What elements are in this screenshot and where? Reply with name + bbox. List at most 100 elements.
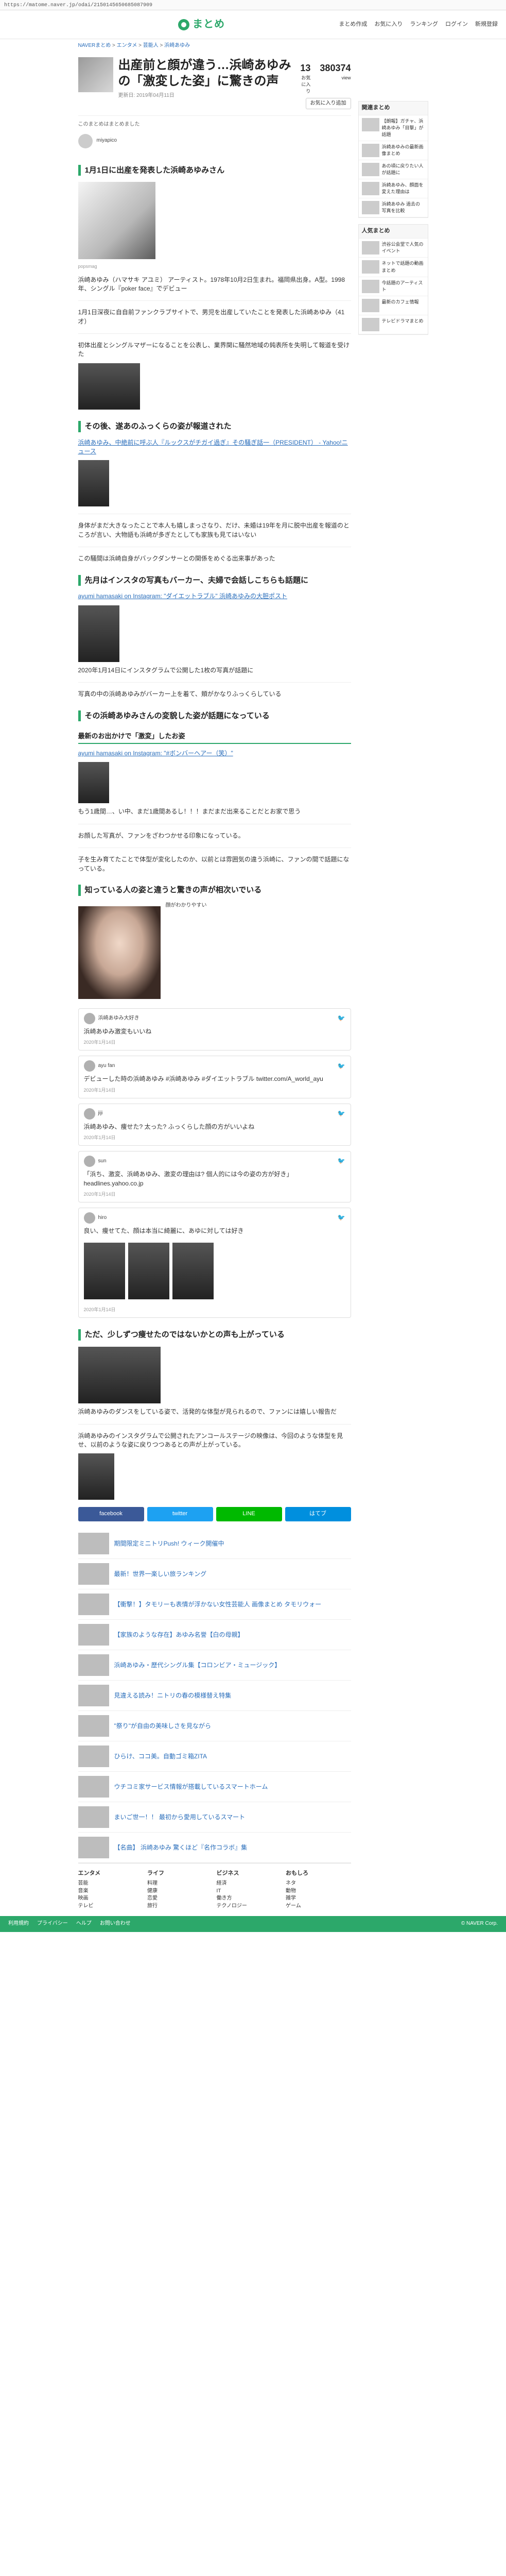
footer-link[interactable]: 料理	[147, 1880, 213, 1888]
tweet-time[interactable]: 2020年1月14日	[84, 1039, 345, 1046]
share-hatena-button[interactable]: はてブ	[285, 1507, 351, 1522]
related-title[interactable]: "祭り"が自由の美味しさを見ながら	[114, 1722, 212, 1731]
nav-login[interactable]: ログイン	[445, 21, 468, 29]
sidebar-item[interactable]: テレビドラマまとめ	[358, 315, 428, 334]
sidebar-item[interactable]: 浜崎あゆみ 過去の写真を比較	[358, 198, 428, 218]
instagram-link[interactable]: ayumi hamasaki on Instagram: "ダイエットラブル" …	[78, 592, 351, 601]
avatar[interactable]	[83, 1212, 95, 1224]
list-item[interactable]: 見違える読み！ニトリの春の模様替え特集	[78, 1681, 351, 1711]
instagram-link[interactable]: ayumi hamasaki on Instagram: "#ボンバーヘアー（笑…	[78, 749, 351, 758]
related-title[interactable]: 見違える読み！ニトリの春の模様替え特集	[114, 1691, 232, 1700]
breadcrumb-item[interactable]: NAVERまとめ	[78, 43, 111, 48]
tweet-user[interactable]: jiji	[98, 1110, 103, 1117]
nav-ranking[interactable]: ランキング	[410, 21, 438, 29]
share-line-button[interactable]: LINE	[216, 1507, 282, 1522]
share-facebook-button[interactable]: facebook	[78, 1507, 144, 1522]
avatar[interactable]	[83, 1108, 95, 1120]
breadcrumb-item[interactable]: エンタメ	[117, 43, 137, 48]
footer-link[interactable]: テクノロジー	[217, 1903, 282, 1910]
sidebar-item-label[interactable]: 【朗報】ガチャ、浜崎あゆみ「目撃」が話題	[382, 118, 425, 138]
footer-link[interactable]: 働き方	[217, 1895, 282, 1903]
avatar[interactable]	[83, 1012, 95, 1024]
sidebar-item-label[interactable]: あの頃に戻りたい人が話題に	[382, 163, 425, 176]
footer-link[interactable]: テレビ	[78, 1903, 144, 1910]
tweet-image[interactable]	[172, 1243, 214, 1300]
sidebar-item-label[interactable]: ネットで話題の動画まとめ	[382, 260, 425, 274]
list-item[interactable]: ウチコミ家サービス情報が搭載しているスマートホーム	[78, 1772, 351, 1803]
nav-create[interactable]: まとめ作成	[339, 21, 367, 29]
footer-link[interactable]: 雑学	[286, 1895, 351, 1903]
footer-help-link[interactable]: ヘルプ	[76, 1920, 92, 1928]
image-caption[interactable]: popsmag	[78, 263, 351, 270]
list-item[interactable]: "祭り"が自由の美味しさを見ながら	[78, 1711, 351, 1742]
avatar[interactable]	[83, 1156, 95, 1167]
footer-link[interactable]: 動物	[286, 1888, 351, 1895]
nav-favorites[interactable]: お気に入り	[374, 21, 403, 29]
tweet-image[interactable]	[128, 1243, 169, 1300]
tweet-image[interactable]	[83, 1243, 125, 1300]
sidebar-item[interactable]: 今話題のアーティスト	[358, 277, 428, 296]
tweet-user[interactable]: 浜崎あゆみ大好き	[98, 1015, 139, 1023]
news-link[interactable]: 浜崎あゆみ、中絶前に呼ぶ人『ルックスがチガイ過ぎ』その騒ぎ話一（PRESIDEN…	[78, 438, 351, 456]
footer-privacy-link[interactable]: プライバシー	[37, 1920, 68, 1928]
related-title[interactable]: 【衝撃！】タモリーも表情が浮かない女性芸能人 画像まとめ タモリウォー	[114, 1600, 322, 1609]
sidebar-item[interactable]: 渋谷公会堂で人気のイベント	[358, 239, 428, 258]
sidebar-item-label[interactable]: 浜崎あゆみの最新画像まとめ	[382, 144, 425, 157]
related-title[interactable]: ひらけ、ココ美。自動ゴミ箱ZITA	[114, 1752, 207, 1761]
list-item[interactable]: 【衝撃！】タモリーも表情が浮かない女性芸能人 画像まとめ タモリウォー	[78, 1589, 351, 1620]
related-title[interactable]: ウチコミ家サービス情報が搭載しているスマートホーム	[114, 1783, 268, 1791]
browser-url-bar[interactable]: https://matome.naver.jp/odai/21501456506…	[0, 0, 506, 10]
footer-link[interactable]: 健康	[147, 1888, 213, 1895]
related-title[interactable]: 【家族のような存在】あゆみ名誉【白の母親】	[114, 1631, 244, 1639]
footer-link[interactable]: IT	[217, 1888, 282, 1895]
nav-signup[interactable]: 新規登録	[475, 21, 498, 29]
sidebar-item-label[interactable]: 渋谷公会堂で人気のイベント	[382, 241, 425, 255]
tweet-user[interactable]: hiro	[98, 1214, 107, 1222]
avatar[interactable]	[83, 1060, 95, 1072]
tweet-time[interactable]: 2020年1月14日	[84, 1134, 345, 1141]
footer-link[interactable]: ネタ	[286, 1880, 351, 1888]
add-favorite-button[interactable]: お気に入り追加	[305, 97, 351, 110]
tweet-user[interactable]: ayu fan	[98, 1062, 115, 1070]
footer-link[interactable]: 経済	[217, 1880, 282, 1888]
sidebar-item[interactable]: 浜崎あゆみの最新画像まとめ	[358, 141, 428, 161]
footer-link[interactable]: 旅行	[147, 1903, 213, 1910]
list-item[interactable]: 浜崎あゆみ・歴代シングル集【コロンビア・ミュージック】	[78, 1650, 351, 1681]
sidebar-item[interactable]: 【朗報】ガチャ、浜崎あゆみ「目撃」が話題	[358, 115, 428, 142]
sidebar-item-label[interactable]: 最新のカフェ情報	[382, 299, 419, 312]
footer-link[interactable]: 芸能	[78, 1880, 144, 1888]
footer-link[interactable]: 映画	[78, 1895, 144, 1903]
sidebar-item-label[interactable]: 浜崎あゆみ 過去の写真を比較	[382, 201, 425, 214]
footer-link[interactable]: 音楽	[78, 1888, 144, 1895]
tweet-time[interactable]: 2020年1月14日	[84, 1087, 345, 1094]
tweet-user[interactable]: sun	[98, 1158, 107, 1165]
footer-link[interactable]: 恋愛	[147, 1895, 213, 1903]
share-twitter-button[interactable]: twitter	[147, 1507, 213, 1522]
related-title[interactable]: まいご世一！！ 最初から愛用しているスマート	[114, 1813, 246, 1822]
footer-link[interactable]: ゲーム	[286, 1903, 351, 1910]
list-item[interactable]: 【名曲】 浜崎あゆみ 驚くほど『名作コラボ』集	[78, 1833, 351, 1863]
related-title[interactable]: 浜崎あゆみ・歴代シングル集【コロンビア・ミュージック】	[114, 1661, 281, 1670]
list-item[interactable]: 期間限定ミニトリPush! ウィーク開催中	[78, 1529, 351, 1560]
sidebar-item[interactable]: 浜崎あゆみ、顔面を変えた理由は	[358, 179, 428, 199]
sidebar-item-label[interactable]: テレビドラマまとめ	[382, 318, 424, 331]
sidebar-item[interactable]: 最新のカフェ情報	[358, 296, 428, 315]
sidebar-item-label[interactable]: 今話題のアーティスト	[382, 280, 425, 293]
list-item[interactable]: 最新！世界一楽しい旅ランキング	[78, 1559, 351, 1590]
sidebar-item-label[interactable]: 浜崎あゆみ、顔面を変えた理由は	[382, 182, 425, 195]
author-name[interactable]: miyapico	[97, 137, 117, 145]
related-title[interactable]: 期間限定ミニトリPush! ウィーク開催中	[114, 1539, 224, 1548]
breadcrumb-item[interactable]: 浜崎あゆみ	[164, 43, 190, 48]
footer-terms-link[interactable]: 利用規約	[8, 1920, 29, 1928]
footer-contact-link[interactable]: お問い合わせ	[100, 1920, 131, 1928]
site-logo[interactable]: まとめ	[178, 17, 225, 32]
tweet-time[interactable]: 2020年1月14日	[84, 1307, 345, 1313]
list-item[interactable]: 【家族のような存在】あゆみ名誉【白の母親】	[78, 1620, 351, 1651]
sidebar-item[interactable]: ネットで話題の動画まとめ	[358, 258, 428, 277]
sidebar-item[interactable]: あの頃に戻りたい人が話題に	[358, 160, 428, 180]
breadcrumb-item[interactable]: 芸能人	[143, 43, 159, 48]
related-title[interactable]: 最新！世界一楽しい旅ランキング	[114, 1570, 207, 1579]
list-item[interactable]: ひらけ、ココ美。自動ゴミ箱ZITA	[78, 1741, 351, 1772]
list-item[interactable]: まいご世一！！ 最初から愛用しているスマート	[78, 1802, 351, 1833]
related-title[interactable]: 【名曲】 浜崎あゆみ 驚くほど『名作コラボ』集	[114, 1843, 248, 1852]
